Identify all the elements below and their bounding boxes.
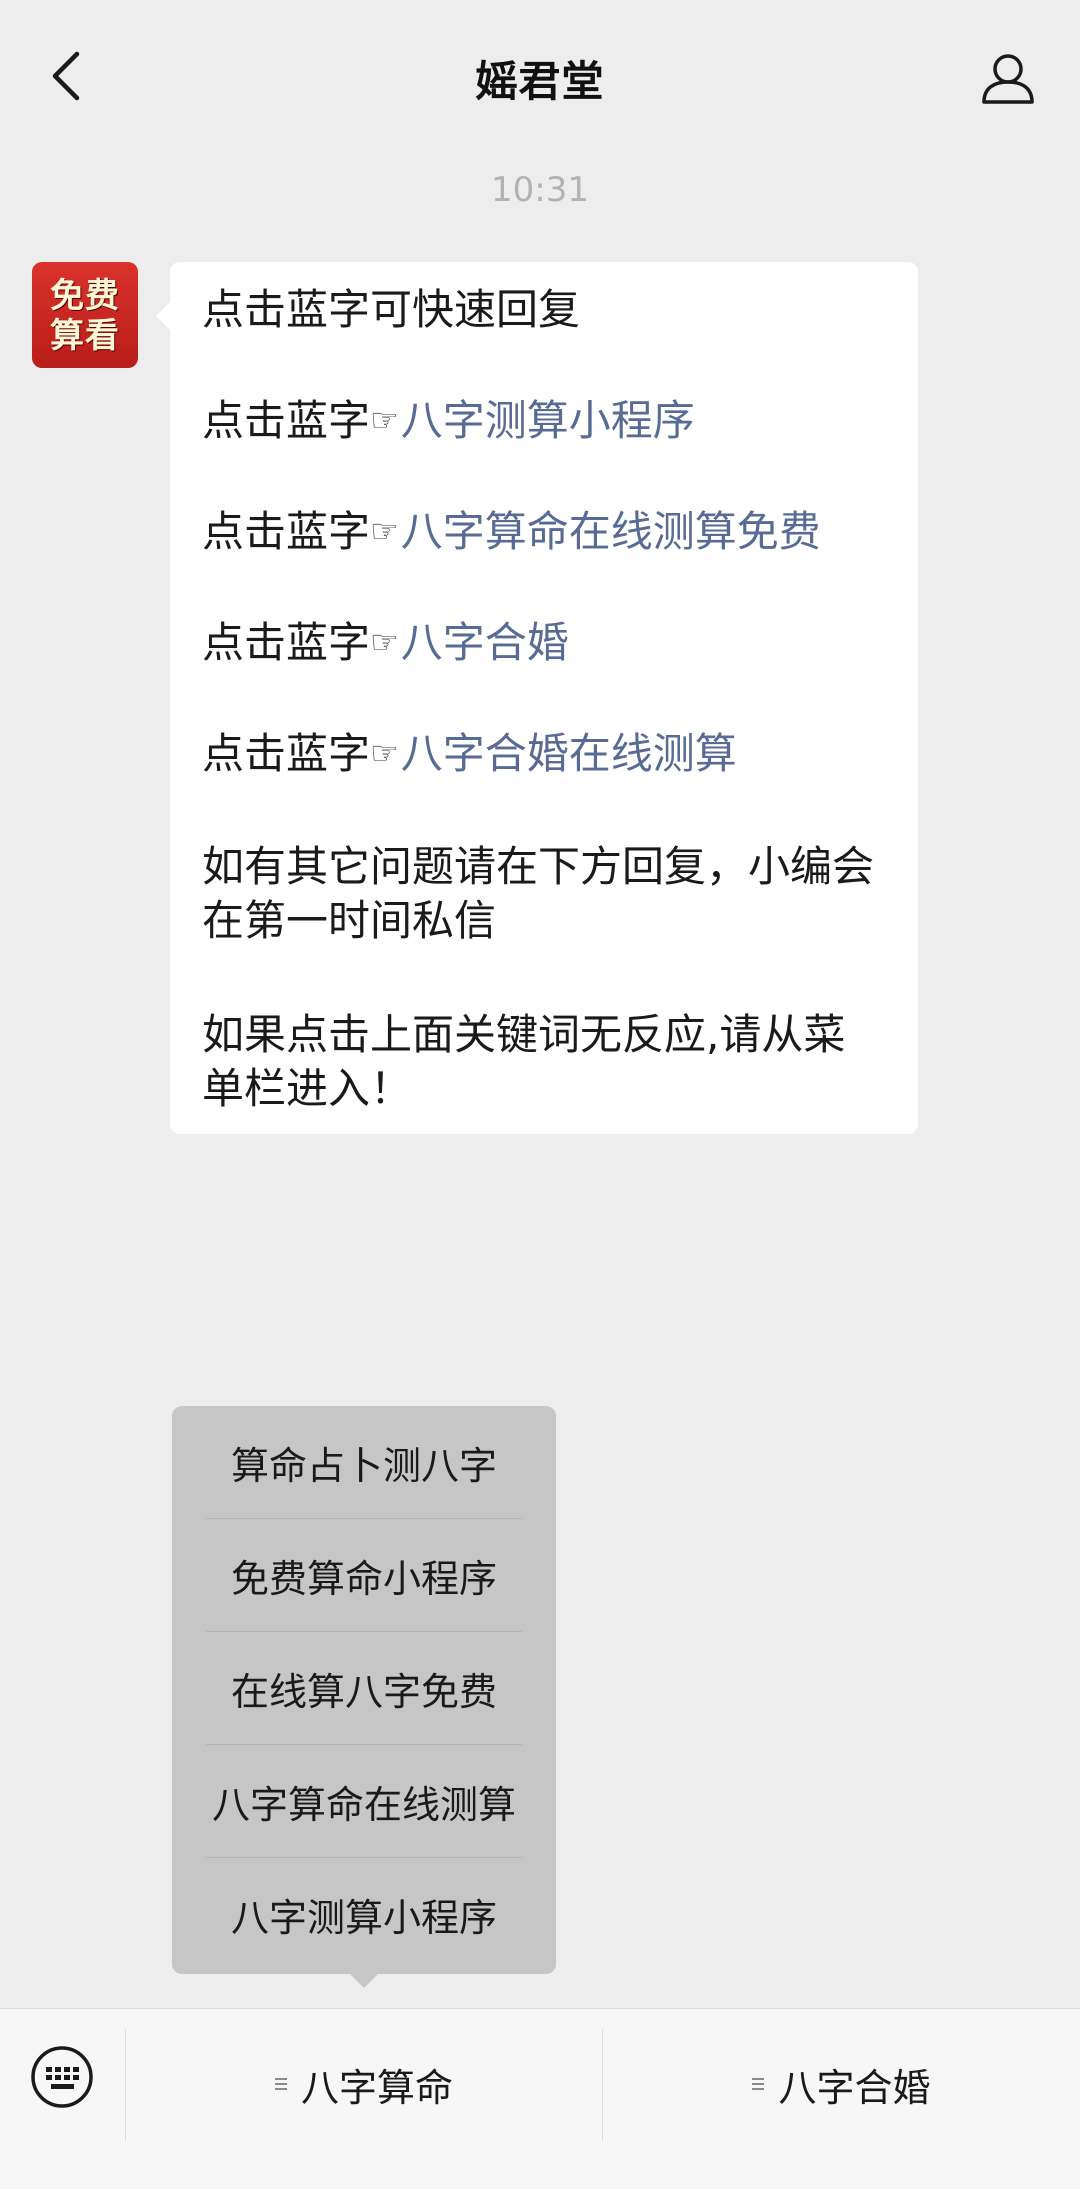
pointing-hand-icon: ☞ [370,401,399,439]
keyword-link[interactable]: 八字合婚 [401,618,569,667]
message-bubble: 点击蓝字可快速回复 点击蓝字☞八字测算小程序 点击蓝字☞八字算命在线测算免费 点… [156,262,918,1134]
menu-item[interactable]: 在线算八字免费 [172,1632,556,1744]
message-prefix: 点击蓝字 [202,396,371,445]
menu-tab-bazi-suanming[interactable]: 八字算命 [126,2009,602,2159]
message-paragraph: 如有其它问题请在下方回复，小编会在第一时间私信 [202,842,875,945]
keyword-link[interactable]: 八字合婚在线测算 [401,729,737,778]
keyboard-icon [31,2046,93,2108]
message-line: 点击蓝字☞八字算命在线测算免费 [202,505,888,558]
menu-item[interactable]: 八字算命在线测算 [172,1745,556,1857]
menu-tab-label: 八字合婚 [778,2065,931,2110]
avatar-text-line1: 免费 [50,276,120,316]
message-prefix: 点击蓝字 [202,729,371,778]
menu-item[interactable]: 免费算命小程序 [172,1519,556,1631]
popup-menu-pointer [350,1974,378,1988]
profile-button[interactable] [976,46,1040,110]
menu-tab-label: 八字算命 [300,2065,453,2110]
menu-item[interactable]: 八字测算小程序 [172,1858,556,1970]
pointing-hand-icon: ☞ [370,734,399,772]
message-line: 点击蓝字☞八字合婚在线测算 [202,727,888,780]
person-icon [982,54,1034,104]
menu-item[interactable]: 算命占卜测八字 [172,1406,556,1518]
keyword-link[interactable]: 八字算命在线测算免费 [401,507,821,556]
menu-lines-icon [752,2075,765,2093]
keyboard-toggle-button[interactable] [26,2041,98,2113]
avatar-text-line2: 算看 [50,316,120,356]
message-prefix: 点击蓝字 [202,507,371,556]
menu-tab-bazi-hehun[interactable]: 八字合婚 [603,2009,1080,2159]
message-prefix: 点击蓝字 [202,618,371,667]
message-timestamp: 10:31 [491,170,589,210]
keyword-link[interactable]: 八字测算小程序 [401,396,695,445]
message-paragraph: 如果点击上面关键词无反应,请从菜单栏进入！ [202,1010,846,1113]
bottom-menu-bar: 八字算命 八字合婚 [0,2008,1080,2189]
top-bar: 媱君堂 [0,0,1080,150]
menu-lines-icon [274,2075,287,2093]
popup-menu: 算命占卜测八字 免费算命小程序 在线算八字免费 八字算命在线测算 八字测算小程序 [172,1406,556,1974]
pointing-hand-icon: ☞ [370,623,399,661]
message-line: 点击蓝字☞八字合婚 [202,616,888,669]
message-intro: 点击蓝字可快速回复 [202,285,581,334]
message-line: 点击蓝字☞八字测算小程序 [202,394,888,447]
avatar[interactable]: 免费 算看 [32,262,138,368]
page-title: 媱君堂 [475,57,605,106]
pointing-hand-icon: ☞ [370,512,399,550]
